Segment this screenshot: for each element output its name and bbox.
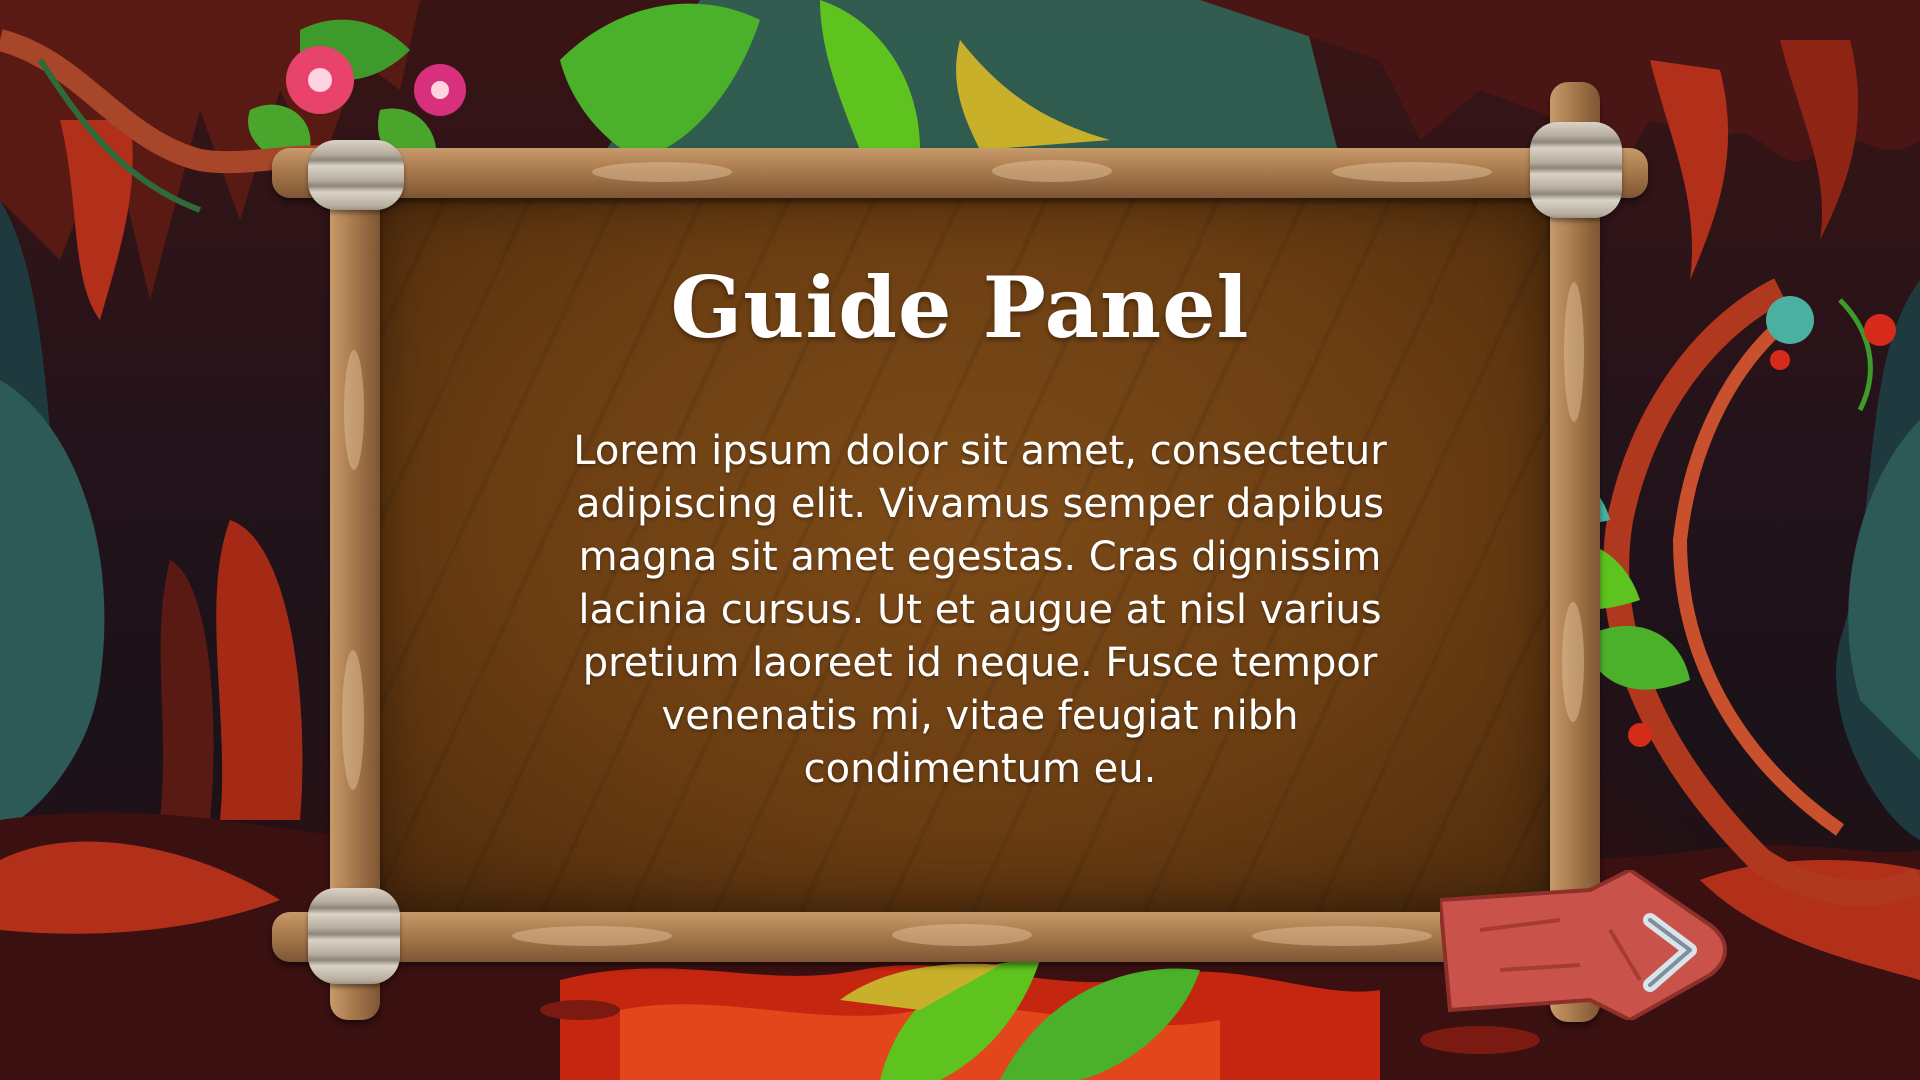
rope-binding-top-left: [308, 140, 404, 210]
rope-binding-bottom-left: [308, 888, 400, 984]
frame-log-top: [272, 148, 1648, 198]
game-scene: Guide Panel Lorem ipsum dolor sit amet, …: [0, 0, 1920, 1080]
rope-binding-top-right: [1530, 122, 1622, 218]
panel-body-text: Lorem ipsum dolor sit amet, consectetur …: [573, 428, 1387, 792]
arrow-right-sign-icon[interactable]: [1440, 870, 1730, 1020]
page-title: Guide Panel: [670, 258, 1250, 357]
